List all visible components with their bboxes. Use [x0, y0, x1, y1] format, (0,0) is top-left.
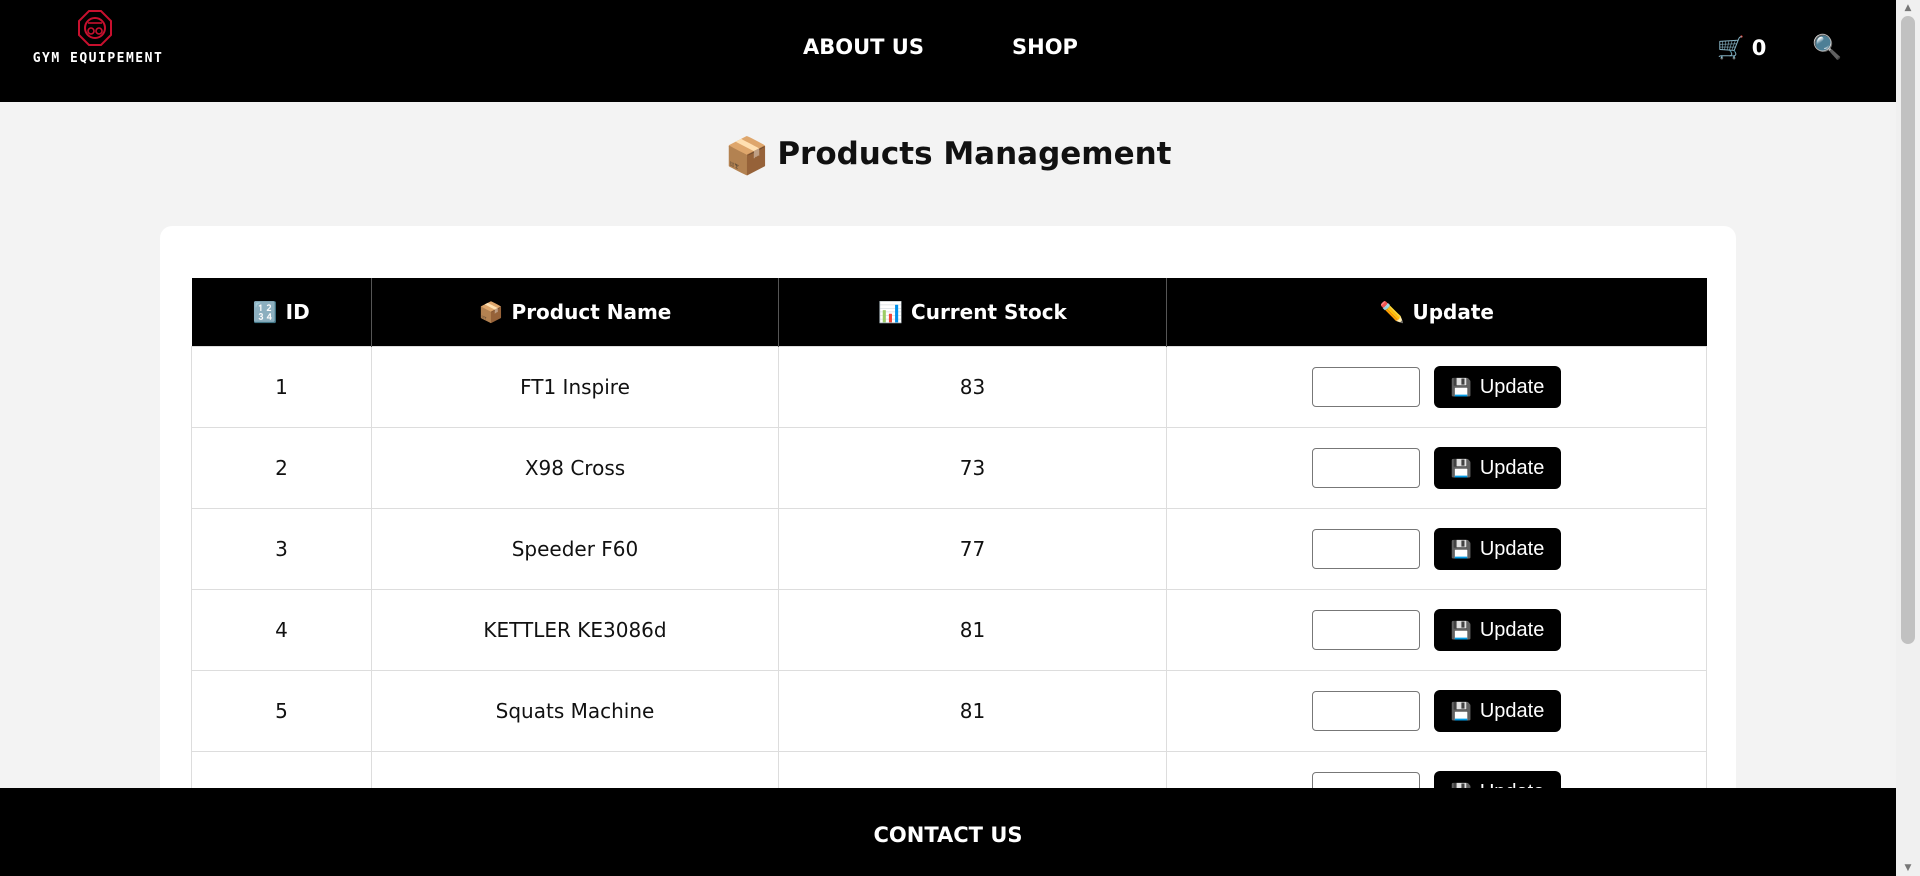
cart-count: 0: [1751, 36, 1767, 60]
brand-name: GYM EQUIPEMENT: [32, 51, 164, 66]
cell-id: 1: [191, 346, 372, 428]
column-header-label: ID: [285, 300, 310, 324]
page-title: 📦 Products Management: [0, 135, 1896, 177]
stock-input[interactable]: [1312, 367, 1420, 407]
column-header-current-stock: 📊 Current Stock: [778, 278, 1167, 347]
nav-shop[interactable]: SHOP: [1012, 35, 1078, 59]
column-header-id: 🔢 ID: [191, 278, 372, 347]
cell-current-stock: 77: [778, 508, 1167, 590]
table-row: 1 FT1 Inspire 83 💾 Update: [191, 346, 1707, 428]
cell-update: 💾 Update: [1166, 427, 1707, 509]
numbers-icon: 🔢: [252, 300, 278, 324]
update-button[interactable]: 💾 Update: [1434, 609, 1561, 651]
footer: CONTACT US: [0, 788, 1896, 876]
stock-input[interactable]: [1312, 448, 1420, 488]
update-button[interactable]: 💾 Update: [1434, 528, 1561, 570]
table-header-row: 🔢 ID 📦 Product Name 📊 Current Stock ✏️ Updat…: [191, 278, 1707, 347]
footer-contact-us[interactable]: CONTACT US: [0, 823, 1896, 847]
cell-id: 4: [191, 589, 372, 671]
update-button-label: Update: [1479, 538, 1545, 560]
update-button-label: Update: [1479, 457, 1545, 479]
floppy-disk-icon: 💾: [1450, 459, 1472, 478]
column-header-label: Current Stock: [911, 300, 1067, 324]
table-row: 5 Squats Machine 81 💾 Update: [191, 670, 1707, 752]
cart-icon: 🛒: [1717, 36, 1745, 61]
update-button-label: Update: [1479, 619, 1545, 641]
table-row: 2 X98 Cross 73 💾 Update: [191, 427, 1707, 509]
nav-about-us[interactable]: ABOUT US: [803, 35, 924, 59]
scroll-up-arrow-icon[interactable]: ▲: [1901, 2, 1915, 14]
update-button-label: Update: [1479, 376, 1545, 398]
table-row: 4 KETTLER KE3086d 81 💾 Update: [191, 589, 1707, 671]
cell-current-stock: 81: [778, 589, 1167, 671]
page-title-text: Products Management: [777, 136, 1172, 172]
stock-input[interactable]: [1312, 529, 1420, 569]
cell-update: 💾 Update: [1166, 346, 1707, 428]
update-button[interactable]: 💾 Update: [1434, 447, 1561, 489]
update-button-label: Update: [1479, 700, 1545, 722]
update-button[interactable]: 💾 Update: [1434, 690, 1561, 732]
scrollbar-thumb[interactable]: [1901, 16, 1915, 644]
cell-id: 3: [191, 508, 372, 590]
cell-current-stock: 81: [778, 670, 1167, 752]
cell-current-stock: 83: [778, 346, 1167, 428]
floppy-disk-icon: 💾: [1450, 621, 1472, 640]
package-icon: 📦: [724, 136, 770, 177]
cell-product-name: Squats Machine: [371, 670, 779, 752]
stock-input[interactable]: [1312, 691, 1420, 731]
cell-update: 💾 Update: [1166, 670, 1707, 752]
page-scrollbar[interactable]: ▲ ▼: [1896, 0, 1920, 876]
column-header-update: ✏️ Update: [1166, 278, 1707, 347]
column-header-product-name: 📦 Product Name: [371, 278, 779, 347]
cell-update: 💾 Update: [1166, 589, 1707, 671]
cell-product-name: FT1 Inspire: [371, 346, 779, 428]
cell-product-name: KETTLER KE3086d: [371, 589, 779, 671]
floppy-disk-icon: 💾: [1450, 702, 1472, 721]
cell-id: 2: [191, 427, 372, 509]
floppy-disk-icon: 💾: [1450, 378, 1472, 397]
products-card: 🔢 ID 📦 Product Name 📊 Current Stock ✏️ Updat…: [160, 226, 1736, 876]
cell-product-name: X98 Cross: [371, 427, 779, 509]
stock-input[interactable]: [1312, 610, 1420, 650]
pencil-icon: ✏️: [1379, 300, 1405, 324]
cell-product-name: Speeder F60: [371, 508, 779, 590]
update-button[interactable]: 💾 Update: [1434, 366, 1561, 408]
logo-emblem-icon: [78, 10, 112, 46]
column-header-label: Update: [1412, 300, 1494, 324]
table-row: 3 Speeder F60 77 💾 Update: [191, 508, 1707, 590]
cart-button[interactable]: 🛒 0: [1717, 36, 1766, 61]
package-icon: 📦: [478, 300, 504, 324]
cell-update: 💾 Update: [1166, 508, 1707, 590]
bar-chart-icon: 📊: [878, 300, 904, 324]
top-navbar: GYM EQUIPEMENT ABOUT US SHOP 🛒 0 🔍: [0, 0, 1896, 102]
cell-id: 5: [191, 670, 372, 752]
scroll-down-arrow-icon[interactable]: ▼: [1901, 862, 1915, 874]
search-icon[interactable]: 🔍: [1812, 33, 1842, 61]
brand-logo[interactable]: GYM EQUIPEMENT: [30, 10, 170, 72]
column-header-label: Product Name: [511, 300, 672, 324]
cell-current-stock: 73: [778, 427, 1167, 509]
floppy-disk-icon: 💾: [1450, 540, 1472, 559]
products-table: 🔢 ID 📦 Product Name 📊 Current Stock ✏️ Updat…: [191, 278, 1707, 833]
